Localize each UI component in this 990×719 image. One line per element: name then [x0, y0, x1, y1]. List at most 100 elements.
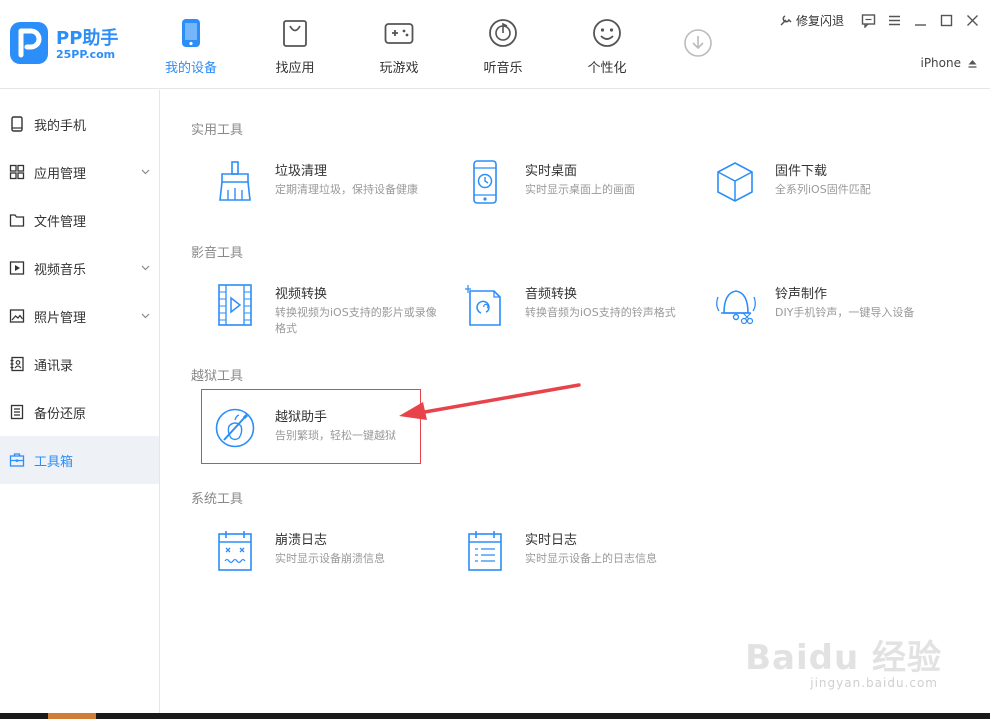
- sidebar-item-file-manager[interactable]: 文件管理: [0, 196, 159, 244]
- watermark-sub: jingyan.baidu.com: [810, 676, 938, 690]
- phone-icon: [182, 19, 200, 47]
- video-icon: [9, 261, 25, 275]
- tool-desc: 全系列iOS固件匹配: [775, 183, 871, 196]
- minimize-icon[interactable]: [913, 13, 928, 28]
- shopping-bag-icon: [283, 20, 307, 47]
- window-controls: 修复闪退: [779, 10, 980, 30]
- logo-name: PP助手: [56, 28, 119, 49]
- sidebar-item-label: 工具箱: [34, 454, 74, 470]
- gamepad-icon: [384, 23, 414, 44]
- toolbox-icon: [9, 453, 25, 467]
- tool-desc: DIY手机铃声，一键导入设备: [775, 306, 915, 319]
- tool-desc: 实时显示设备上的日志信息: [525, 552, 657, 565]
- sidebar-item-toolbox[interactable]: 工具箱: [0, 436, 159, 484]
- nav-label: 找应用: [275, 61, 315, 76]
- taskbar-strip: [0, 713, 990, 719]
- tool-name: 实时桌面: [525, 164, 578, 179]
- close-icon[interactable]: [965, 13, 980, 28]
- logo-url: 25PP.com: [56, 48, 116, 61]
- backup-icon: [10, 404, 24, 420]
- repair-crash-button[interactable]: 修复闪退: [779, 12, 844, 29]
- watermark-main: Baidu 经验: [745, 638, 942, 678]
- chevron-down-icon[interactable]: [141, 311, 150, 320]
- tool-ringtone-maker[interactable]: 铃声制作 DIY手机铃声，一键导入设备: [706, 279, 946, 335]
- app-header: PP助手 25PP.com 我的设备 找应用 玩游戏 听音乐 个性化 修复闪退 …: [0, 0, 990, 89]
- sidebar: 我的手机 应用管理 文件管理 视频音乐 照片管理 通讯录 备份还原 工具箱: [0, 90, 160, 719]
- feedback-icon[interactable]: [861, 13, 876, 28]
- sidebar-item-my-phone[interactable]: 我的手机: [0, 100, 159, 148]
- tool-desc: 定期清理垃圾，保持设备健康: [275, 183, 418, 196]
- nav-music[interactable]: 听音乐: [470, 18, 536, 80]
- sidebar-item-label: 视频音乐: [34, 262, 87, 278]
- tool-name: 视频转换: [275, 287, 328, 302]
- baidu-watermark: Baidu 经验 jingyan.baidu.com: [745, 624, 942, 696]
- repair-label: 修复闪退: [795, 13, 844, 28]
- annotation-arrow: [399, 383, 581, 420]
- nav-find-apps[interactable]: 找应用: [262, 18, 328, 80]
- device-name: iPhone: [920, 56, 961, 70]
- tool-video-convert[interactable]: 视频转换 转换视频为iOS支持的影片或录像格式: [206, 279, 446, 335]
- tool-audio-convert[interactable]: 音频转换 转换音频为iOS支持的铃声格式: [456, 279, 696, 335]
- broom-icon: [219, 161, 251, 201]
- tool-name: 垃圾清理: [275, 164, 328, 179]
- folder-icon: [9, 214, 25, 227]
- sidebar-item-video-music[interactable]: 视频音乐: [0, 244, 159, 292]
- nav-label: 听音乐: [483, 61, 523, 76]
- sidebar-item-backup-restore[interactable]: 备份还原: [0, 388, 159, 436]
- nav-my-device[interactable]: 我的设备: [158, 18, 224, 80]
- apps-grid-icon: [9, 164, 25, 180]
- nav-downloads[interactable]: [665, 28, 731, 90]
- nav-label: 我的设备: [164, 61, 217, 76]
- tool-live-desktop[interactable]: 实时桌面 实时显示桌面上的画面: [456, 156, 696, 212]
- tool-desc: 实时显示设备崩溃信息: [275, 552, 385, 565]
- sidebar-item-label: 通讯录: [34, 358, 74, 374]
- sidebar-item-app-manager[interactable]: 应用管理: [0, 148, 159, 196]
- sidebar-item-label: 文件管理: [34, 214, 87, 230]
- tool-crash-log[interactable]: 崩溃日志 实时显示设备崩溃信息: [206, 525, 446, 581]
- eject-icon[interactable]: [967, 58, 978, 69]
- sidebar-item-label: 照片管理: [34, 310, 87, 326]
- section-title-media: 影音工具: [191, 246, 244, 261]
- section-title-utility: 实用工具: [191, 123, 244, 138]
- photo-icon: [9, 309, 25, 323]
- download-icon: [684, 29, 712, 57]
- device-selector[interactable]: iPhone: [920, 56, 978, 70]
- tool-name: 实时日志: [525, 533, 578, 548]
- smiley-icon: [593, 19, 621, 47]
- music-disc-icon: [489, 19, 517, 47]
- nav-games[interactable]: 玩游戏: [366, 18, 432, 80]
- taskbar-segment: [48, 713, 96, 719]
- nav-label: 玩游戏: [379, 61, 419, 76]
- tool-live-log[interactable]: 实时日志 实时显示设备上的日志信息: [456, 525, 696, 581]
- sidebar-item-photo-manager[interactable]: 照片管理: [0, 292, 159, 340]
- section-title-jailbreak: 越狱工具: [191, 369, 244, 384]
- menu-icon[interactable]: [887, 13, 902, 28]
- section-title-system: 系统工具: [191, 492, 244, 507]
- sidebar-item-contacts[interactable]: 通讯录: [0, 340, 159, 388]
- firmware-cube-icon: [717, 162, 753, 202]
- tool-name: 音频转换: [525, 287, 578, 302]
- nav-personalize[interactable]: 个性化: [574, 18, 640, 80]
- tool-name: 铃声制作: [775, 287, 828, 302]
- crash-log-icon: [218, 531, 252, 571]
- tool-name: 崩溃日志: [275, 533, 328, 548]
- video-convert-icon: [218, 284, 252, 326]
- contacts-icon: [10, 356, 24, 372]
- pp-logo-icon: [10, 22, 48, 64]
- chevron-down-icon[interactable]: [141, 167, 150, 176]
- tool-junk-clean[interactable]: 垃圾清理 定期清理垃圾，保持设备健康: [206, 156, 446, 212]
- tool-firmware-download[interactable]: 固件下载 全系列iOS固件匹配: [706, 156, 946, 212]
- sidebar-item-label: 应用管理: [34, 166, 87, 182]
- chevron-down-icon[interactable]: [141, 263, 150, 272]
- toolbox-panel: 实用工具 垃圾清理 定期清理垃圾，保持设备健康 实时桌面 实时显示桌面上的画面 …: [161, 90, 990, 719]
- highlight-box: [201, 389, 421, 464]
- maximize-icon[interactable]: [939, 13, 954, 28]
- phone-outline-icon: [11, 116, 23, 132]
- wrench-icon: [780, 15, 792, 26]
- audio-convert-icon: [465, 285, 501, 326]
- tool-name: 固件下载: [775, 164, 828, 179]
- app-logo[interactable]: PP助手 25PP.com: [10, 22, 120, 66]
- tool-desc: 实时显示桌面上的画面: [525, 183, 635, 196]
- ringtone-bell-icon: [716, 290, 756, 325]
- sidebar-item-label: 备份还原: [34, 406, 87, 422]
